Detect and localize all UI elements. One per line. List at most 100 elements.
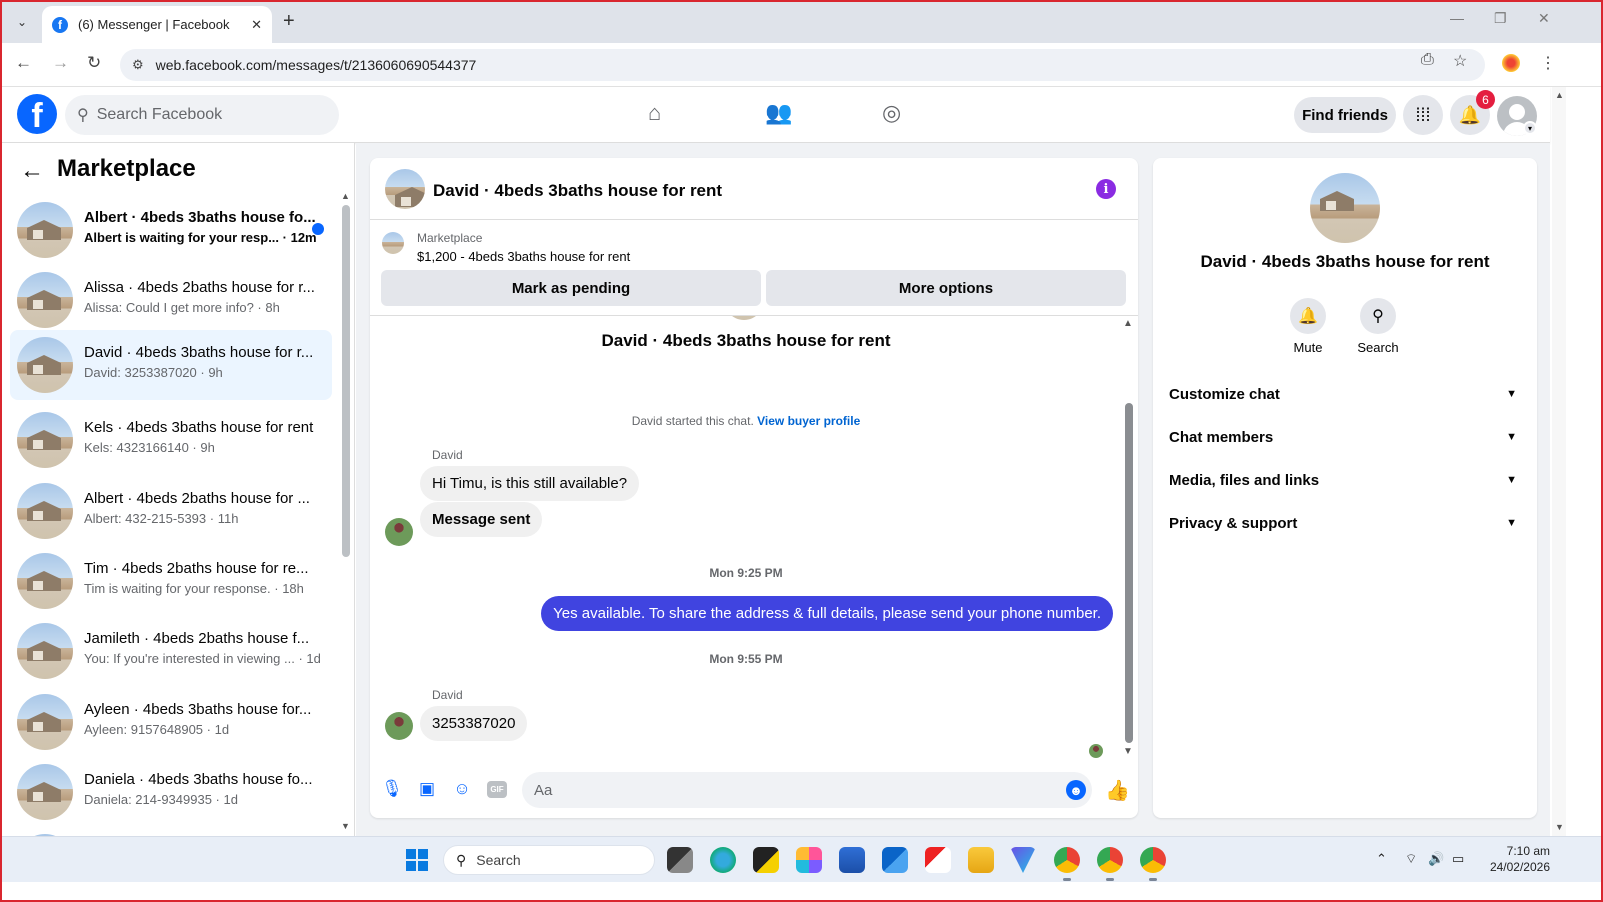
- notification-badge: 6: [1476, 90, 1495, 109]
- file-explorer-icon[interactable]: [968, 847, 994, 873]
- microphone-icon[interactable]: 🎙: [381, 779, 403, 799]
- thumbs-up-icon[interactable]: 👍: [1105, 778, 1130, 803]
- tab-search-icon[interactable]: ⌄: [10, 10, 34, 34]
- conversation-name: Ayleen · 4beds 3baths house for...: [84, 701, 312, 718]
- scroll-up-arrow-icon[interactable]: ▲: [341, 191, 350, 201]
- privacy-support-section[interactable]: Privacy & support ▼: [1169, 508, 1521, 538]
- incoming-message[interactable]: Hi Timu, is this still available?: [420, 466, 640, 501]
- chat-info-avatar[interactable]: [1310, 173, 1380, 243]
- conversation-item[interactable]: Kels · 4beds 3baths house for rent Kels:…: [10, 405, 332, 475]
- conversation-item[interactable]: Albert · 4beds 3baths house fo... Albert…: [10, 195, 332, 265]
- page-scroll-up-icon[interactable]: ▲: [1555, 90, 1564, 100]
- show-hidden-icons-icon[interactable]: ⌃: [1376, 851, 1387, 867]
- outgoing-message[interactable]: Yes available. To share the address & fu…: [541, 596, 1113, 631]
- photo-icon[interactable]: ▣: [417, 779, 437, 799]
- battery-icon[interactable]: ▭: [1452, 851, 1464, 867]
- message-input[interactable]: Aa: [522, 772, 1092, 808]
- install-app-icon[interactable]: ⎙: [1421, 51, 1434, 69]
- site-info-icon[interactable]: ⚙: [132, 57, 144, 73]
- sender-avatar[interactable]: [385, 518, 413, 546]
- friends-icon[interactable]: 👥: [765, 100, 792, 126]
- windows-start-icon[interactable]: [406, 849, 428, 871]
- marketplace-conversations-panel: ← Marketplace Albert · 4beds 3baths hous…: [0, 143, 355, 836]
- chat-title[interactable]: David · 4beds 3baths house for rent: [433, 181, 722, 201]
- windows-taskbar: ⚲ Search ⌃ ⌔ 🔊 ▭ 7:10 am 24/02/2026: [0, 836, 1603, 882]
- minimize-icon[interactable]: —: [1450, 10, 1464, 26]
- view-buyer-profile-link[interactable]: View buyer profile: [757, 414, 860, 428]
- chat-header: David · 4beds 3baths house for rent i: [370, 158, 1138, 220]
- store-icon[interactable]: [839, 847, 865, 873]
- wifi-icon[interactable]: ⌔: [1405, 851, 1417, 867]
- scroll-down-arrow-icon[interactable]: ▼: [341, 821, 350, 831]
- home-icon[interactable]: ⌂: [648, 100, 661, 126]
- account-caret-icon[interactable]: ▾: [1523, 121, 1537, 135]
- back-icon[interactable]: ←: [15, 53, 32, 73]
- close-tab-icon[interactable]: ✕: [251, 17, 262, 33]
- taskbar-search-input[interactable]: ⚲ Search: [443, 845, 655, 875]
- scroll-up-arrow-icon[interactable]: ▲: [1123, 318, 1133, 329]
- conversation-item[interactable]: [10, 827, 332, 836]
- chrome-icon[interactable]: [1054, 847, 1080, 873]
- chat-members-section[interactable]: Chat members ▼: [1169, 422, 1521, 452]
- conversation-item[interactable]: Albert · 4beds 2baths house for ... Albe…: [10, 476, 332, 546]
- system-clock[interactable]: 7:10 am 24/02/2026: [1484, 843, 1550, 875]
- restore-icon[interactable]: ❐: [1494, 10, 1507, 27]
- bookmark-star-icon[interactable]: ☆: [1453, 51, 1467, 71]
- conversation-item[interactable]: Tim · 4beds 2baths house for re... Tim i…: [10, 546, 332, 616]
- gif-icon[interactable]: GIF: [487, 781, 507, 798]
- page-scrollbar[interactable]: [1552, 87, 1566, 836]
- new-tab-icon[interactable]: +: [283, 10, 295, 32]
- volume-icon[interactable]: 🔊: [1428, 851, 1444, 867]
- browser-menu-icon[interactable]: ⋮: [1540, 53, 1556, 73]
- incoming-message[interactable]: 3253387020: [420, 706, 528, 741]
- facebook-search-input[interactable]: ⚲ Search Facebook: [65, 95, 339, 135]
- facebook-logo-icon[interactable]: f: [17, 94, 57, 134]
- extension-icon[interactable]: [1502, 54, 1520, 72]
- conversation-item[interactable]: Jamileth · 4beds 2baths house f... You: …: [10, 616, 332, 686]
- forward-icon[interactable]: →: [52, 53, 69, 73]
- browser-tab[interactable]: f (6) Messenger | Facebook ✕: [42, 6, 272, 43]
- chrome-icon[interactable]: [1097, 847, 1123, 873]
- back-arrow-icon[interactable]: ←: [20, 157, 44, 185]
- conversation-item-active[interactable]: David · 4beds 3baths house for r... Davi…: [10, 330, 332, 400]
- clock-date: 24/02/2026: [1489, 860, 1550, 874]
- find-friends-button[interactable]: Find friends: [1294, 97, 1396, 133]
- snipping-tool-icon[interactable]: [925, 847, 951, 873]
- media-files-links-section[interactable]: Media, files and links ▼: [1169, 465, 1521, 495]
- chrome-icon[interactable]: [1140, 847, 1166, 873]
- chat-avatar[interactable]: [385, 169, 425, 209]
- conversation-item[interactable]: Alissa · 4beds 2baths house for r... Ali…: [10, 265, 332, 335]
- copilot-icon[interactable]: [796, 847, 822, 873]
- sender-avatar[interactable]: [385, 712, 413, 740]
- scroll-down-arrow-icon[interactable]: ▼: [1123, 746, 1133, 757]
- conversation-item[interactable]: Ayleen · 4beds 3baths house for... Aylee…: [10, 687, 332, 757]
- page-scroll-down-icon[interactable]: ▼: [1555, 822, 1564, 832]
- info-icon[interactable]: i: [1096, 179, 1116, 199]
- conversation-item[interactable]: Daniela · 4beds 3baths house fo... Danie…: [10, 757, 332, 827]
- listing-title[interactable]: $1,200 - 4beds 3baths house for rent: [417, 249, 630, 264]
- customize-chat-section[interactable]: Customize chat ▼: [1169, 379, 1521, 409]
- more-options-button[interactable]: More options: [766, 270, 1126, 306]
- task-view-icon[interactable]: [667, 847, 693, 873]
- reload-icon[interactable]: ↻: [87, 53, 101, 73]
- browser-tabbar: ⌄ f (6) Messenger | Facebook ✕ + — ❐ ✕: [0, 0, 1603, 43]
- mute-button[interactable]: 🔔 Mute: [1278, 298, 1338, 355]
- message-scrollbar[interactable]: [1125, 403, 1133, 743]
- conversation-preview: You: If you're interested in viewing ...…: [84, 651, 321, 666]
- sticky-notes-icon[interactable]: [753, 847, 779, 873]
- edge-browser-icon[interactable]: [710, 847, 736, 873]
- groups-icon[interactable]: ◎: [882, 100, 901, 126]
- sticker-icon[interactable]: ☺: [452, 779, 472, 799]
- mark-as-pending-button[interactable]: Mark as pending: [381, 270, 761, 306]
- search-icon: ⚲: [456, 851, 467, 868]
- emoji-icon[interactable]: ☻: [1066, 780, 1086, 800]
- vpn-icon[interactable]: [1010, 847, 1036, 873]
- conversation-list-scrollbar[interactable]: [342, 205, 350, 557]
- search-in-chat-button[interactable]: ⚲ Search: [1348, 298, 1408, 355]
- listing-thumbnail: [17, 483, 73, 539]
- incoming-message[interactable]: Message sent: [420, 502, 543, 537]
- address-bar[interactable]: ⚙ web.facebook.com/messages/t/2136060690…: [120, 49, 1485, 81]
- outlook-icon[interactable]: [882, 847, 908, 873]
- menu-grid-icon[interactable]: ⁞⁞⁞: [1403, 95, 1443, 135]
- close-window-icon[interactable]: ✕: [1538, 10, 1550, 27]
